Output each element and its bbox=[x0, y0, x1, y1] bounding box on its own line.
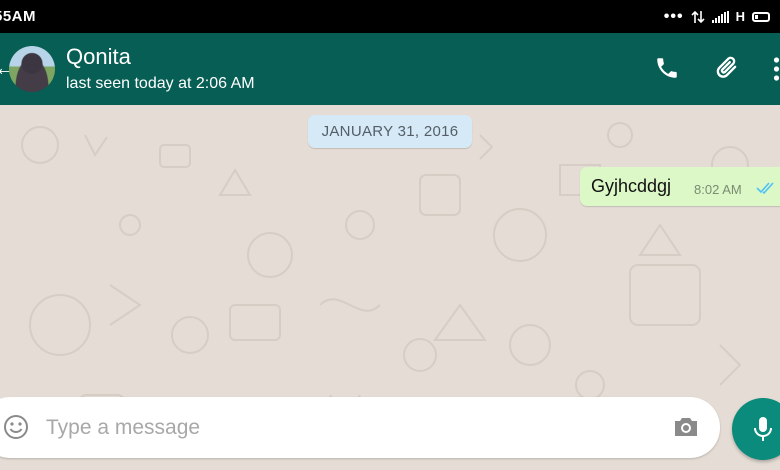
camera-icon[interactable] bbox=[672, 414, 700, 440]
mic-icon bbox=[754, 417, 772, 441]
status-bar: 55AM ••• H bbox=[0, 0, 780, 33]
contact-name[interactable]: Qonita bbox=[66, 44, 131, 70]
dots-icon: ••• bbox=[663, 7, 684, 25]
chat-header: ← Qonita last seen today at 2:06 AM bbox=[0, 33, 780, 105]
network-type-label: H bbox=[735, 9, 745, 24]
overflow-menu-icon[interactable] bbox=[773, 57, 780, 81]
last-seen-status: last seen today at 2:06 AM bbox=[66, 75, 255, 92]
data-arrows-icon bbox=[691, 10, 705, 23]
paperclip-icon[interactable] bbox=[713, 54, 741, 82]
status-time: 55AM bbox=[0, 8, 37, 25]
battery-icon bbox=[752, 11, 770, 22]
message-input[interactable] bbox=[46, 410, 646, 446]
message-text: Gyjhcddgj bbox=[591, 176, 672, 196]
signal-icon bbox=[711, 10, 729, 23]
emoji-icon[interactable] bbox=[3, 414, 29, 440]
phone-icon[interactable] bbox=[654, 55, 680, 81]
avatar[interactable] bbox=[9, 46, 55, 92]
outgoing-message-bubble[interactable]: Gyjhcddgj 8:02 AM bbox=[580, 167, 780, 206]
status-icons: ••• H bbox=[664, 8, 770, 26]
message-time: 8:02 AM bbox=[694, 182, 742, 197]
double-tick-icon bbox=[756, 182, 774, 194]
date-divider: JANUARY 31, 2016 bbox=[308, 115, 472, 148]
